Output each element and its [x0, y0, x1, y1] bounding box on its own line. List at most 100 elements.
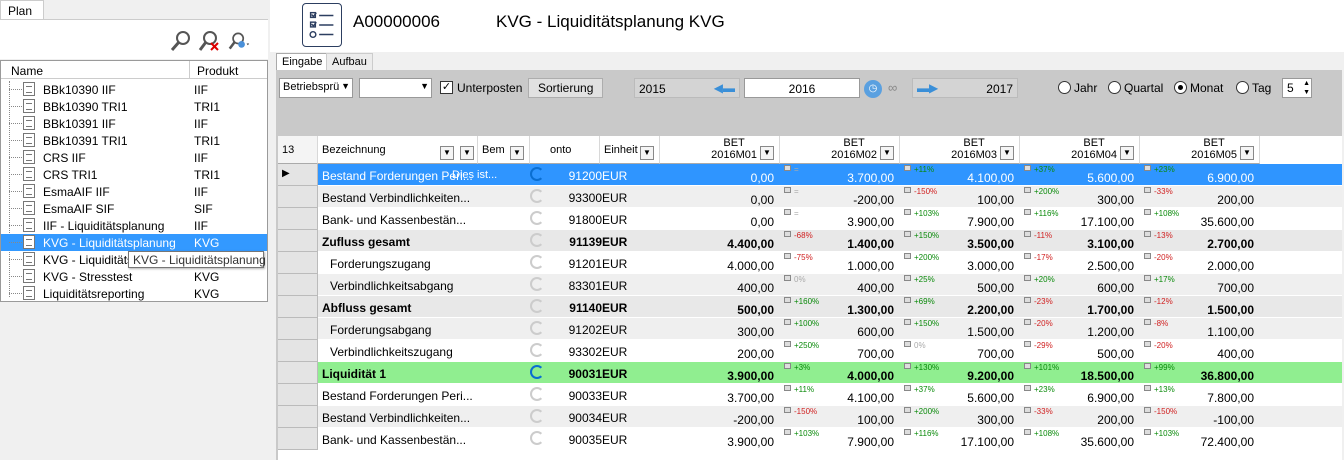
- row-value[interactable]: 1.200,00: [1022, 325, 1134, 339]
- row-value[interactable]: 6.900,00: [1142, 171, 1254, 185]
- table-row[interactable]: Bank- und Kassenbestän... 90035 EUR 3.900,0…: [278, 428, 1342, 450]
- row-value[interactable]: 17.100,00: [1022, 215, 1134, 229]
- tree-item[interactable]: BBk10390 TRI1 TRI1: [1, 98, 267, 115]
- row-value[interactable]: 4.100,00: [902, 171, 1014, 185]
- refresh-icon[interactable]: [530, 321, 544, 335]
- row-value[interactable]: 3.900,00: [662, 435, 774, 449]
- refresh-icon[interactable]: [530, 409, 544, 423]
- row-value[interactable]: 600,00: [782, 325, 894, 339]
- row-value[interactable]: -100,00: [1142, 413, 1254, 427]
- year-current-input[interactable]: 2016: [744, 78, 860, 98]
- row-selector[interactable]: [278, 230, 318, 252]
- calendar-icon[interactable]: ◷: [864, 80, 882, 98]
- betriebsprue-dropdown[interactable]: Betriebsprü ▼: [279, 78, 353, 98]
- column-month-header[interactable]: BET 2016M01 ▼: [660, 136, 780, 164]
- link-icon[interactable]: ∞: [888, 80, 897, 95]
- filter-icon[interactable]: ▼: [1120, 146, 1134, 160]
- radio-jahr[interactable]: [1058, 81, 1071, 94]
- tree-item[interactable]: BBk10391 TRI1 TRI1: [1, 132, 267, 149]
- row-value[interactable]: 700,00: [1142, 281, 1254, 295]
- row-value[interactable]: 1.500,00: [902, 325, 1014, 339]
- row-value[interactable]: 4.100,00: [782, 391, 894, 405]
- table-row[interactable]: Forderungszugang 91201 EUR 4.000,00 -75% 1.00…: [278, 252, 1342, 274]
- row-value[interactable]: 2.000,00: [1142, 259, 1254, 273]
- column-konto-header[interactable]: onto: [530, 136, 600, 164]
- row-value[interactable]: 700,00: [902, 347, 1014, 361]
- unterposten-checkbox[interactable]: ✓: [440, 81, 453, 94]
- row-value[interactable]: 72.400,00: [1142, 435, 1254, 449]
- tab-aufbau[interactable]: Aufbau: [326, 53, 373, 71]
- filter-icon[interactable]: ▼: [1240, 146, 1254, 160]
- row-value[interactable]: 3.700,00: [782, 171, 894, 185]
- row-value[interactable]: 500,00: [1022, 347, 1134, 361]
- table-row[interactable]: Zufluss gesamt 91139 EUR 4.400,00 -68% 1.400,…: [278, 230, 1342, 252]
- row-value[interactable]: 7.900,00: [782, 435, 894, 449]
- row-value[interactable]: 0,00: [662, 215, 774, 229]
- column-month-header[interactable]: BET 2016M03 ▼: [900, 136, 1020, 164]
- row-value[interactable]: 2.700,00: [1142, 237, 1254, 251]
- column-bem-header[interactable]: Bem ▼: [478, 136, 530, 164]
- spinner-input[interactable]: 5 ▲ ▼: [1282, 78, 1312, 98]
- column-name-header[interactable]: Name: [11, 64, 43, 78]
- tree-item[interactable]: KVG - Liquiditätsplanung KVG: [1, 234, 267, 251]
- row-value[interactable]: 400,00: [662, 281, 774, 295]
- row-value[interactable]: 100,00: [782, 413, 894, 427]
- filter-icon[interactable]: ▼: [1000, 146, 1014, 160]
- row-value[interactable]: 3.700,00: [662, 391, 774, 405]
- filter-icon[interactable]: ▼: [510, 146, 524, 160]
- row-value[interactable]: 3.000,00: [902, 259, 1014, 273]
- tree-item[interactable]: BBk10391 IIF IIF: [1, 115, 267, 132]
- year-prev[interactable]: 2015 ◀▬: [634, 78, 740, 98]
- row-selector[interactable]: [278, 362, 318, 384]
- row-value[interactable]: 36.800,00: [1142, 369, 1254, 383]
- row-value[interactable]: 100,00: [902, 193, 1014, 207]
- table-row[interactable]: Forderungsabgang 91202 EUR 300,00 +100% 600,0…: [278, 318, 1342, 340]
- row-value[interactable]: 35.600,00: [1022, 435, 1134, 449]
- tree-item[interactable]: KVG - Stresstest KVG: [1, 268, 267, 285]
- tab-eingabe[interactable]: Eingabe: [276, 53, 329, 71]
- row-value[interactable]: 300,00: [662, 325, 774, 339]
- tree-item[interactable]: CRS TRI1 TRI1: [1, 166, 267, 183]
- year-next[interactable]: ▬▶ 2017: [912, 78, 1018, 98]
- row-value[interactable]: 2.200,00: [902, 303, 1014, 317]
- row-selector[interactable]: ▶: [278, 164, 318, 186]
- row-value[interactable]: 1.700,00: [1022, 303, 1134, 317]
- row-value[interactable]: 17.100,00: [902, 435, 1014, 449]
- column-einheit-header[interactable]: Einheit ▼: [600, 136, 660, 164]
- row-value[interactable]: 3.500,00: [902, 237, 1014, 251]
- refresh-icon[interactable]: [530, 233, 544, 247]
- column-month-header[interactable]: BET 2016M02 ▼: [780, 136, 900, 164]
- row-value[interactable]: 500,00: [662, 303, 774, 317]
- column-product-header[interactable]: Produkt: [197, 64, 238, 78]
- row-value[interactable]: 4.000,00: [662, 259, 774, 273]
- row-value[interactable]: 700,00: [782, 347, 894, 361]
- tree-item[interactable]: EsmaAIF IIF IIF: [1, 183, 267, 200]
- arrow-left-icon[interactable]: ◀▬: [714, 81, 735, 95]
- row-value[interactable]: 35.600,00: [1142, 215, 1254, 229]
- row-value[interactable]: 300,00: [1022, 193, 1134, 207]
- table-row[interactable]: Bestand Verbindlichkeiten... 93300 EUR 0,00…: [278, 186, 1342, 208]
- row-selector[interactable]: [278, 428, 318, 450]
- filter-icon[interactable]: ▼: [880, 146, 894, 160]
- filter-icon[interactable]: ▼: [760, 146, 774, 160]
- row-value[interactable]: -200,00: [662, 413, 774, 427]
- row-value[interactable]: 1.000,00: [782, 259, 894, 273]
- row-selector[interactable]: [278, 186, 318, 208]
- tree-item[interactable]: Liquiditätsreporting KVG: [1, 285, 267, 302]
- row-selector[interactable]: [278, 318, 318, 340]
- tree-item[interactable]: IIF - Liquiditätsplanung IIF: [1, 217, 267, 234]
- refresh-icon[interactable]: [530, 255, 544, 269]
- row-value[interactable]: 3.900,00: [662, 369, 774, 383]
- row-value[interactable]: 400,00: [782, 281, 894, 295]
- row-value[interactable]: 3.100,00: [1022, 237, 1134, 251]
- table-row[interactable]: ▶ Bestand Forderungen Peri... Dies ist... 9…: [278, 164, 1342, 186]
- tab-plan[interactable]: Plan: [0, 0, 44, 20]
- table-row[interactable]: Bestand Verbindlichkeiten... 90034 EUR -200…: [278, 406, 1342, 428]
- filter-dropdown[interactable]: ▼: [359, 78, 432, 98]
- radio-monat[interactable]: [1174, 81, 1187, 94]
- table-row[interactable]: Abfluss gesamt 91140 EUR 500,00 +160% 1.300,0…: [278, 296, 1342, 318]
- refresh-icon[interactable]: [530, 277, 544, 291]
- row-value[interactable]: -200,00: [782, 193, 894, 207]
- row-value[interactable]: 0,00: [662, 193, 774, 207]
- row-value[interactable]: 6.900,00: [1022, 391, 1134, 405]
